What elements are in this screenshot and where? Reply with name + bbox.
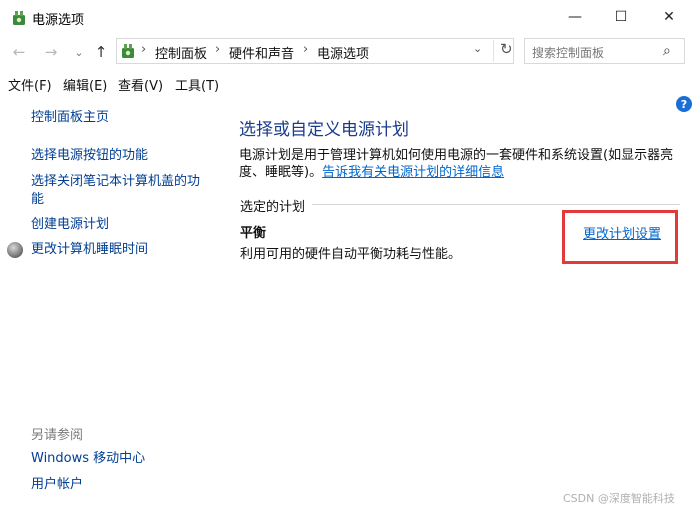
window-title: 电源选项 (32, 13, 85, 28)
sidebar-control-panel-home[interactable]: 控制面板主页 (31, 109, 109, 127)
forward-arrow-icon[interactable]: → (40, 40, 62, 64)
search-placeholder: 搜索控制面板 (532, 46, 605, 60)
sidebar-windows-mobility-center[interactable]: Windows 移动中心 (31, 450, 145, 468)
description-line-2: 度、睡眠等)。告诉我有关电源计划的详细信息 (239, 164, 679, 181)
selected-plan-group-label: 选定的计划 (240, 200, 306, 215)
close-button[interactable]: ✕ (646, 0, 692, 34)
refresh-icon[interactable]: ↻ (493, 40, 513, 62)
address-bar[interactable]: › 控制面板 › 硬件和声音 › 电源选项 ⌄ ↻ (116, 38, 514, 64)
sidebar-create-power-plan[interactable]: 创建电源计划 (31, 216, 109, 234)
sidebar-change-sleep-time[interactable]: 更改计算机睡眠时间 (31, 241, 148, 259)
title-bar: 电源选项 — ☐ ✕ (0, 0, 692, 34)
maximize-button[interactable]: ☐ (598, 0, 644, 34)
back-arrow-icon[interactable]: ← (8, 40, 30, 64)
breadcrumb-hardware-sound[interactable]: 硬件和声音 (229, 43, 294, 62)
learn-more-link[interactable]: 告诉我有关电源计划的详细信息 (322, 165, 504, 180)
page-title: 选择或自定义电源计划 (239, 120, 409, 140)
chevron-down-icon[interactable]: ⌄ (473, 42, 482, 55)
help-icon[interactable]: ? (676, 96, 692, 112)
breadcrumb-control-panel[interactable]: 控制面板 (155, 43, 207, 62)
sleep-moon-icon (7, 242, 23, 258)
sidebar-lid-close-function[interactable]: 选择关闭笔记本计算机盖的功 (31, 173, 200, 191)
sidebar-power-button-function[interactable]: 选择电源按钮的功能 (31, 147, 148, 165)
minimize-button[interactable]: — (552, 0, 598, 34)
control-panel-icon (122, 44, 134, 58)
menu-view[interactable]: 查看(V) (118, 75, 163, 94)
up-arrow-icon[interactable]: ↑ (90, 40, 112, 64)
group-divider (312, 204, 680, 205)
description-text: 度、睡眠等)。 (239, 165, 323, 180)
menu-tools[interactable]: 工具(T) (175, 75, 219, 94)
breadcrumb-separator[interactable]: › (303, 42, 308, 57)
breadcrumb-separator[interactable]: › (215, 42, 220, 57)
sidebar-user-accounts[interactable]: 用户帐户 (31, 476, 83, 494)
plan-description: 利用可用的硬件自动平衡功耗与性能。 (240, 247, 462, 262)
description-line-1: 电源计划是用于管理计算机如何使用电源的一套硬件和系统设置(如显示器亮 (239, 148, 674, 163)
breadcrumb-power-options[interactable]: 电源选项 (317, 43, 369, 62)
recent-locations-icon[interactable]: ⌄ (68, 40, 90, 64)
search-icon[interactable]: ⌕ (663, 43, 671, 59)
sidebar-lid-close-function-wrap[interactable]: 能 (31, 191, 44, 209)
see-also-label: 另请参阅 (31, 428, 84, 443)
menu-edit[interactable]: 编辑(E) (63, 75, 107, 94)
menu-file[interactable]: 文件(F) (8, 75, 52, 94)
power-options-icon (13, 11, 25, 25)
watermark: CSDN @深度智能科技 (563, 492, 675, 505)
search-input[interactable]: 搜索控制面板 ⌕ (524, 38, 685, 64)
change-plan-settings-link[interactable]: 更改计划设置 (583, 223, 661, 242)
plan-name: 平衡 (240, 226, 267, 241)
page-description: 电源计划是用于管理计算机如何使用电源的一套硬件和系统设置(如显示器亮 度、睡眠等… (239, 147, 679, 181)
breadcrumb-separator: › (141, 42, 147, 57)
